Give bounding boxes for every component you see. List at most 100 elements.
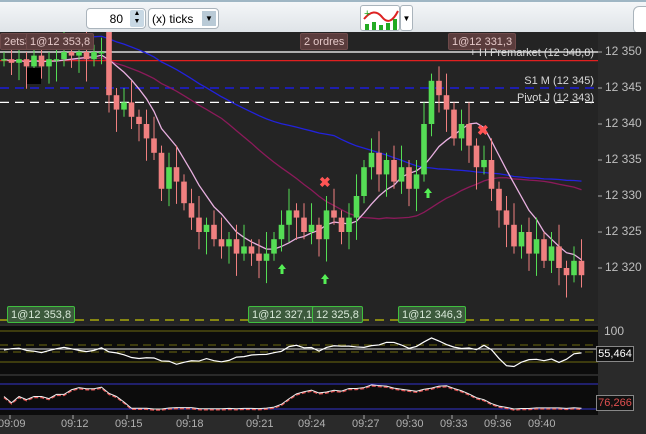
candle-body	[83, 52, 90, 60]
candle-body	[496, 188, 502, 211]
price-tick-label: 12 350	[605, 44, 642, 58]
candle-body	[53, 59, 60, 61]
candle-body	[61, 52, 67, 60]
sell-x-icon: ✖	[477, 122, 489, 138]
candle-body	[526, 232, 532, 254]
candle-body	[488, 160, 495, 189]
candle-body	[166, 167, 172, 189]
price-tick-label: 12 345	[605, 80, 642, 94]
price-tick-label: 12 335	[605, 152, 642, 166]
stochastic-value: 76,266	[596, 395, 634, 411]
indicator-dropdown-button[interactable]: ▼	[400, 5, 413, 31]
candle-body	[451, 109, 457, 139]
candle-body	[421, 124, 427, 175]
candle-body	[16, 59, 22, 63]
candle-body	[151, 138, 157, 153]
candle-body	[548, 246, 555, 261]
candle-body	[578, 260, 585, 276]
candle-body	[323, 210, 330, 240]
candle-body	[368, 152, 375, 168]
candle-body	[413, 174, 420, 189]
candle-body	[383, 160, 390, 175]
candle-body	[241, 246, 247, 254]
oscillator-axis-label: 100	[604, 324, 625, 338]
candle-body	[196, 217, 202, 232]
order-label[interactable]: 1@12 346,3	[398, 306, 467, 323]
time-tick-label: 09:12	[61, 418, 89, 430]
candle-body	[113, 95, 120, 110]
indicator-chart-icon: +	[363, 8, 399, 30]
candle-body	[286, 210, 292, 225]
quantity-value: 80	[109, 12, 123, 26]
candle-body	[563, 268, 570, 276]
candle-body	[533, 239, 540, 254]
candle-body	[361, 167, 367, 196]
order-label[interactable]: 1@12 327,1	[248, 306, 317, 323]
candle-body	[376, 152, 382, 175]
unit-select[interactable]: (x) ticks ▼	[148, 8, 219, 29]
candle-body	[233, 239, 240, 254]
chevron-down-icon[interactable]: ▼	[202, 11, 216, 26]
candle-body	[481, 160, 487, 168]
candle-body	[106, 32, 112, 96]
candle-body	[278, 224, 285, 240]
candle-body	[398, 167, 405, 182]
indicator-chart-button[interactable]: +	[360, 5, 400, 31]
candle-body	[503, 210, 510, 225]
candle-body	[218, 239, 225, 247]
candle-body	[23, 59, 30, 67]
price-tick-label: 12 320	[605, 260, 642, 274]
candle-body	[353, 196, 360, 218]
time-tick-label: 09:24	[298, 418, 326, 430]
candle-body	[338, 217, 345, 232]
level-label: Pivot J (12 343)	[516, 92, 594, 104]
candle-body	[293, 210, 300, 218]
quantity-input[interactable]: 80 ▲ ▼	[86, 8, 146, 29]
unit-select-value: (x) ticks	[152, 12, 194, 26]
toolbar: 80 ▲ ▼ (x) ticks ▼ + ▼	[0, 0, 646, 34]
candle-body	[158, 152, 165, 189]
toolbar-right-button[interactable]	[633, 6, 646, 34]
candle-body	[443, 95, 450, 110]
order-label[interactable]: 12 325,8	[312, 306, 363, 323]
candle-body	[248, 246, 255, 254]
order-label[interactable]: 1@12 353,8	[7, 306, 76, 323]
level-label: + H Premarket (12 348,8)	[469, 47, 594, 59]
candle-body	[211, 224, 217, 240]
candle-body	[518, 232, 525, 247]
time-tick-label: 09:30	[396, 418, 424, 430]
time-tick-label: 09:21	[246, 418, 274, 430]
time-tick-label: 09:27	[352, 418, 380, 430]
candle-body	[173, 167, 180, 182]
candle-body	[391, 160, 397, 182]
candle-body	[188, 203, 195, 218]
order-label[interactable]: 1@12 353,8	[26, 33, 95, 50]
price-tick-label: 12 340	[605, 116, 642, 130]
candle-body	[128, 102, 135, 117]
candle-body	[346, 217, 352, 232]
candle-body	[121, 102, 127, 110]
candle-body	[46, 59, 52, 67]
order-label[interactable]: 2 ordres	[300, 33, 349, 50]
candle-body	[91, 52, 97, 60]
candle-body	[556, 246, 562, 268]
oscillator-panel	[0, 326, 598, 374]
candle-body	[143, 124, 150, 139]
black-marker	[27, 68, 41, 84]
candle-body	[1, 59, 7, 61]
candle-body	[271, 239, 277, 254]
sell-x-icon: ✖	[319, 174, 331, 190]
quantity-stepper[interactable]: ▲ ▼	[130, 10, 144, 27]
time-tick-label: 09:18	[176, 418, 204, 430]
candle-body	[466, 124, 472, 146]
candle-body	[256, 253, 262, 261]
candle-body	[331, 210, 337, 218]
time-tick-label: 09:36	[484, 418, 512, 430]
candle-body	[406, 167, 412, 189]
candle-body	[458, 124, 465, 139]
candle-body	[541, 239, 547, 261]
candle-body	[8, 59, 15, 63]
candle-body	[226, 239, 232, 247]
time-tick-label: 09:09	[0, 418, 26, 430]
candle-body	[473, 145, 480, 168]
